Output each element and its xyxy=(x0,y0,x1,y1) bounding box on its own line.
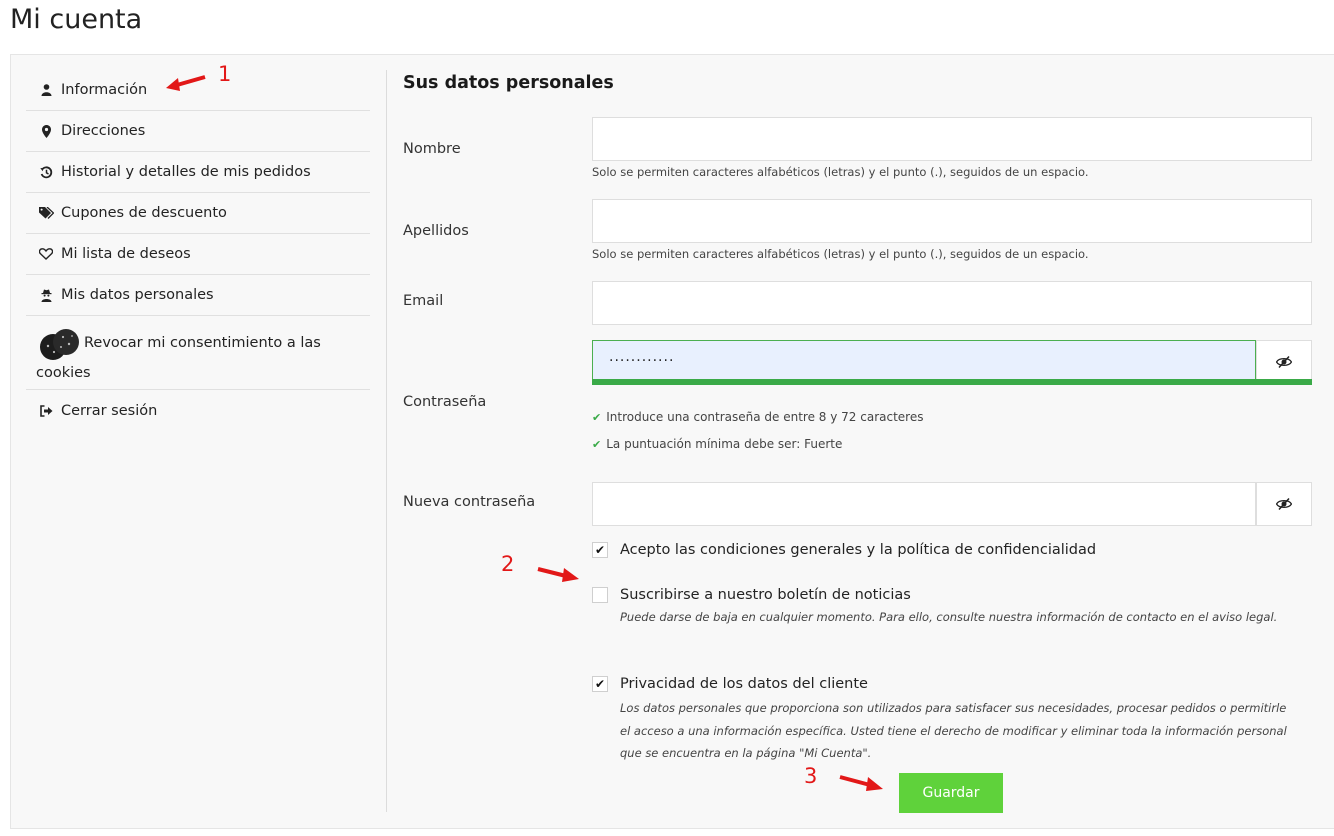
sidebar-item-historial[interactable]: Historial y detalles de mis pedidos xyxy=(26,152,370,193)
user-icon xyxy=(38,82,54,98)
newsletter-description: Puede darse de baja en cualquier momento… xyxy=(620,610,1278,624)
sidebar-item-label: Cerrar sesión xyxy=(61,402,158,419)
apellidos-hint: Solo se permiten caracteres alfabéticos … xyxy=(592,247,1089,261)
nombre-input[interactable] xyxy=(592,117,1312,161)
newsletter-label: Suscribirse a nuestro boletín de noticia… xyxy=(620,587,911,603)
email-label: Email xyxy=(403,293,444,309)
nombre-label: Nombre xyxy=(403,141,461,157)
new-password-input[interactable] xyxy=(592,482,1256,526)
sidebar-item-deseos[interactable]: Mi lista de deseos xyxy=(26,234,370,275)
nombre-hint: Solo se permiten caracteres alfabéticos … xyxy=(592,165,1089,179)
sidebar-item-label: Mis datos personales xyxy=(61,287,214,303)
page-title: Mi cuenta xyxy=(10,4,143,35)
terms-label: Acepto las condiciones generales y la po… xyxy=(620,542,1097,558)
sidebar-item-label: Direcciones xyxy=(61,123,146,139)
password-rule-score: ✔ La puntuación mínima debe ser: Fuerte xyxy=(592,437,842,451)
email-input[interactable] xyxy=(592,281,1312,325)
toggle-new-password-visibility-button[interactable] xyxy=(1256,482,1312,526)
sign-out-icon xyxy=(38,403,54,419)
newsletter-checkbox[interactable] xyxy=(592,587,608,603)
account-sidebar: Información Direcciones Historial y deta… xyxy=(26,70,370,431)
tags-icon xyxy=(38,205,54,221)
password-input[interactable]: ············ xyxy=(592,340,1256,384)
annotation-number-2: 2 xyxy=(501,552,515,576)
annotation-number-3: 3 xyxy=(804,764,818,788)
sidebar-item-cupones[interactable]: Cupones de descuento xyxy=(26,193,370,234)
map-marker-icon xyxy=(38,123,54,139)
cookies-icon xyxy=(36,327,82,360)
annotation-arrow-3-icon xyxy=(839,775,883,791)
apellidos-input[interactable] xyxy=(592,199,1312,243)
sidebar-item-cookies[interactable]: Revocar mi consentimiento a las cookies xyxy=(26,316,370,390)
eye-slash-icon xyxy=(1275,495,1293,514)
sidebar-item-label: Mi lista de deseos xyxy=(61,246,191,262)
privacy-description: Los datos personales que proporciona son… xyxy=(620,701,1287,760)
section-title: Sus datos personales xyxy=(403,73,614,93)
eye-slash-icon xyxy=(1275,353,1293,372)
check-icon: ✔ xyxy=(592,437,602,451)
new-password-label: Nueva contraseña xyxy=(403,494,536,510)
vertical-divider xyxy=(386,70,387,812)
annotation-arrow-2-icon xyxy=(537,567,579,582)
privacy-checkbox[interactable]: ✔ xyxy=(592,676,608,692)
sidebar-item-label: Información xyxy=(61,82,148,98)
terms-checkbox[interactable]: ✔ xyxy=(592,542,608,558)
password-strength-bar xyxy=(592,379,1312,385)
password-rule-length: ✔ Introduce una contraseña de entre 8 y … xyxy=(592,410,923,424)
sidebar-item-direcciones[interactable]: Direcciones xyxy=(26,111,370,152)
annotation-number-1: 1 xyxy=(218,62,232,86)
sidebar-item-datos-personales[interactable]: Mis datos personales xyxy=(26,275,370,316)
save-button[interactable]: Guardar xyxy=(899,773,1003,813)
privacy-checkbox-row: ✔ Privacidad de los datos del cliente xyxy=(592,676,868,692)
history-icon xyxy=(38,164,54,180)
rule-text: Introduce una contraseña de entre 8 y 72… xyxy=(606,410,924,424)
check-icon: ✔ xyxy=(592,410,602,424)
newsletter-checkbox-row: Suscribirse a nuestro boletín de noticia… xyxy=(592,587,911,603)
sidebar-item-label: Historial y detalles de mis pedidos xyxy=(61,164,311,180)
password-label: Contraseña xyxy=(403,394,487,410)
heart-icon xyxy=(38,246,54,262)
apellidos-label: Apellidos xyxy=(403,223,469,239)
sidebar-item-cerrar-sesion[interactable]: Cerrar sesión xyxy=(26,390,370,431)
rule-text: La puntuación mínima debe ser: Fuerte xyxy=(606,437,843,451)
privacy-label: Privacidad de los datos del cliente xyxy=(620,676,868,692)
terms-checkbox-row: ✔ Acepto las condiciones generales y la … xyxy=(592,542,1096,558)
annotation-arrow-1-icon xyxy=(166,75,206,91)
toggle-password-visibility-button[interactable] xyxy=(1256,340,1312,384)
sidebar-item-label: Cupones de descuento xyxy=(61,205,227,221)
account-panel: Información Direcciones Historial y deta… xyxy=(10,54,1334,829)
user-secret-icon xyxy=(38,287,54,303)
cookies-item-content: Revocar mi consentimiento a las cookies xyxy=(36,327,370,387)
